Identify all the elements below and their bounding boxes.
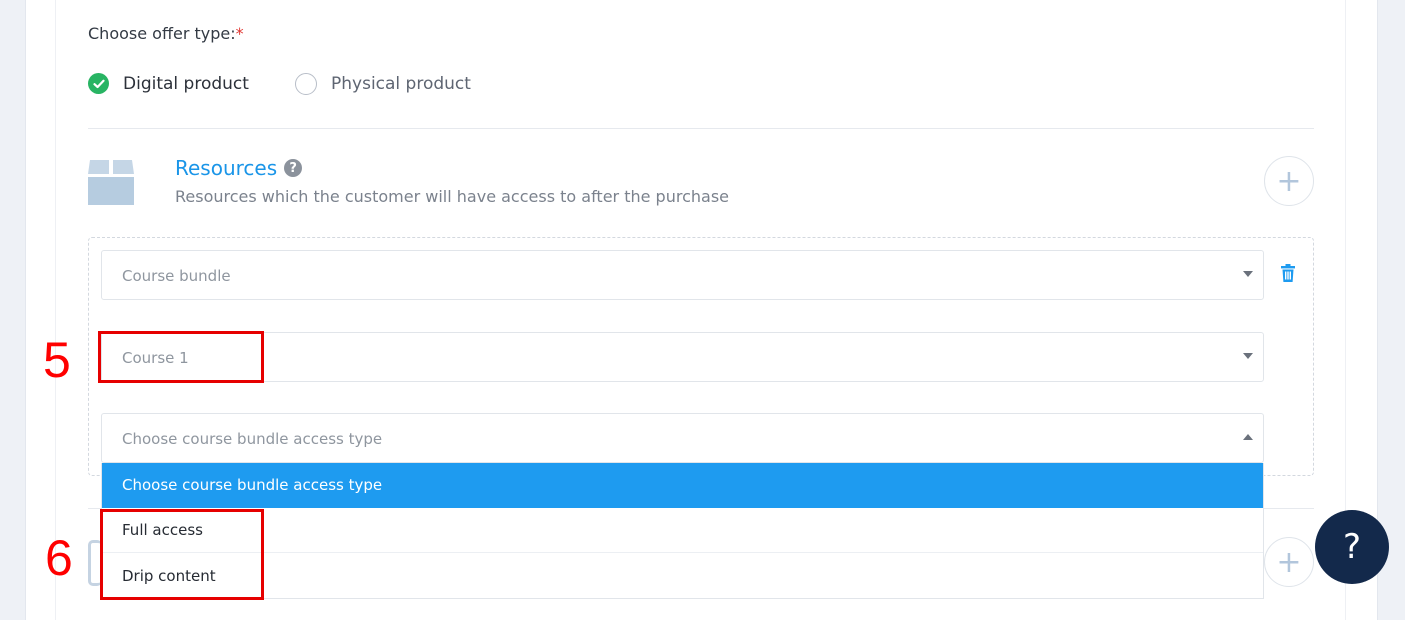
offer-type-label-text: Choose offer type: bbox=[88, 24, 236, 43]
chevron-down-icon bbox=[1243, 353, 1253, 359]
radio-circle-icon[interactable] bbox=[295, 73, 317, 95]
chevron-down-icon bbox=[1243, 271, 1253, 277]
box-icon bbox=[88, 160, 134, 205]
plus-icon: + bbox=[1276, 163, 1302, 199]
annotation-box-5 bbox=[98, 331, 264, 383]
help-button-label: ? bbox=[1342, 527, 1362, 567]
content-border-left bbox=[55, 0, 56, 620]
offer-type-label: Choose offer type:* bbox=[88, 24, 244, 43]
annotation-box-6 bbox=[100, 509, 264, 600]
course-select[interactable]: Course 1 bbox=[101, 332, 1264, 382]
trash-icon[interactable] bbox=[1280, 264, 1296, 282]
dropdown-option-full-access[interactable]: Full access bbox=[102, 508, 1263, 553]
dropdown-option-label: Choose course bundle access type bbox=[122, 476, 383, 494]
annotation-step-6: 6 bbox=[45, 530, 73, 586]
question-circle-icon[interactable]: ? bbox=[284, 159, 303, 177]
add-item-button[interactable]: + bbox=[1264, 537, 1314, 587]
help-button[interactable]: ? bbox=[1315, 510, 1389, 584]
chevron-up-icon bbox=[1243, 434, 1253, 440]
add-resource-button[interactable]: + bbox=[1264, 156, 1314, 206]
course-bundle-select-value: Course bundle bbox=[122, 267, 231, 285]
resources-subtitle: Resources which the customer will have a… bbox=[175, 187, 729, 206]
access-type-dropdown: Choose course bundle access type Full ac… bbox=[101, 463, 1264, 599]
radio-physical-product[interactable]: Physical product bbox=[295, 73, 471, 95]
dropdown-option-drip-content[interactable]: Drip content bbox=[102, 554, 1263, 599]
access-type-select[interactable]: Choose course bundle access type bbox=[101, 413, 1264, 463]
required-mark: * bbox=[235, 24, 244, 43]
plus-icon: + bbox=[1276, 544, 1302, 580]
check-circle-icon[interactable] bbox=[88, 73, 109, 94]
resources-title-text: Resources bbox=[175, 156, 278, 180]
resources-title: Resources ? bbox=[175, 156, 303, 180]
dropdown-option[interactable]: Choose course bundle access type bbox=[102, 463, 1263, 508]
radio-label-digital[interactable]: Digital product bbox=[123, 74, 249, 94]
access-type-select-value: Choose course bundle access type bbox=[122, 430, 383, 448]
course-bundle-select[interactable]: Course bundle bbox=[101, 250, 1264, 300]
radio-label-physical[interactable]: Physical product bbox=[331, 74, 471, 94]
section-divider bbox=[88, 128, 1314, 129]
annotation-step-5: 5 bbox=[43, 332, 71, 388]
radio-digital-product[interactable]: Digital product bbox=[88, 73, 249, 94]
